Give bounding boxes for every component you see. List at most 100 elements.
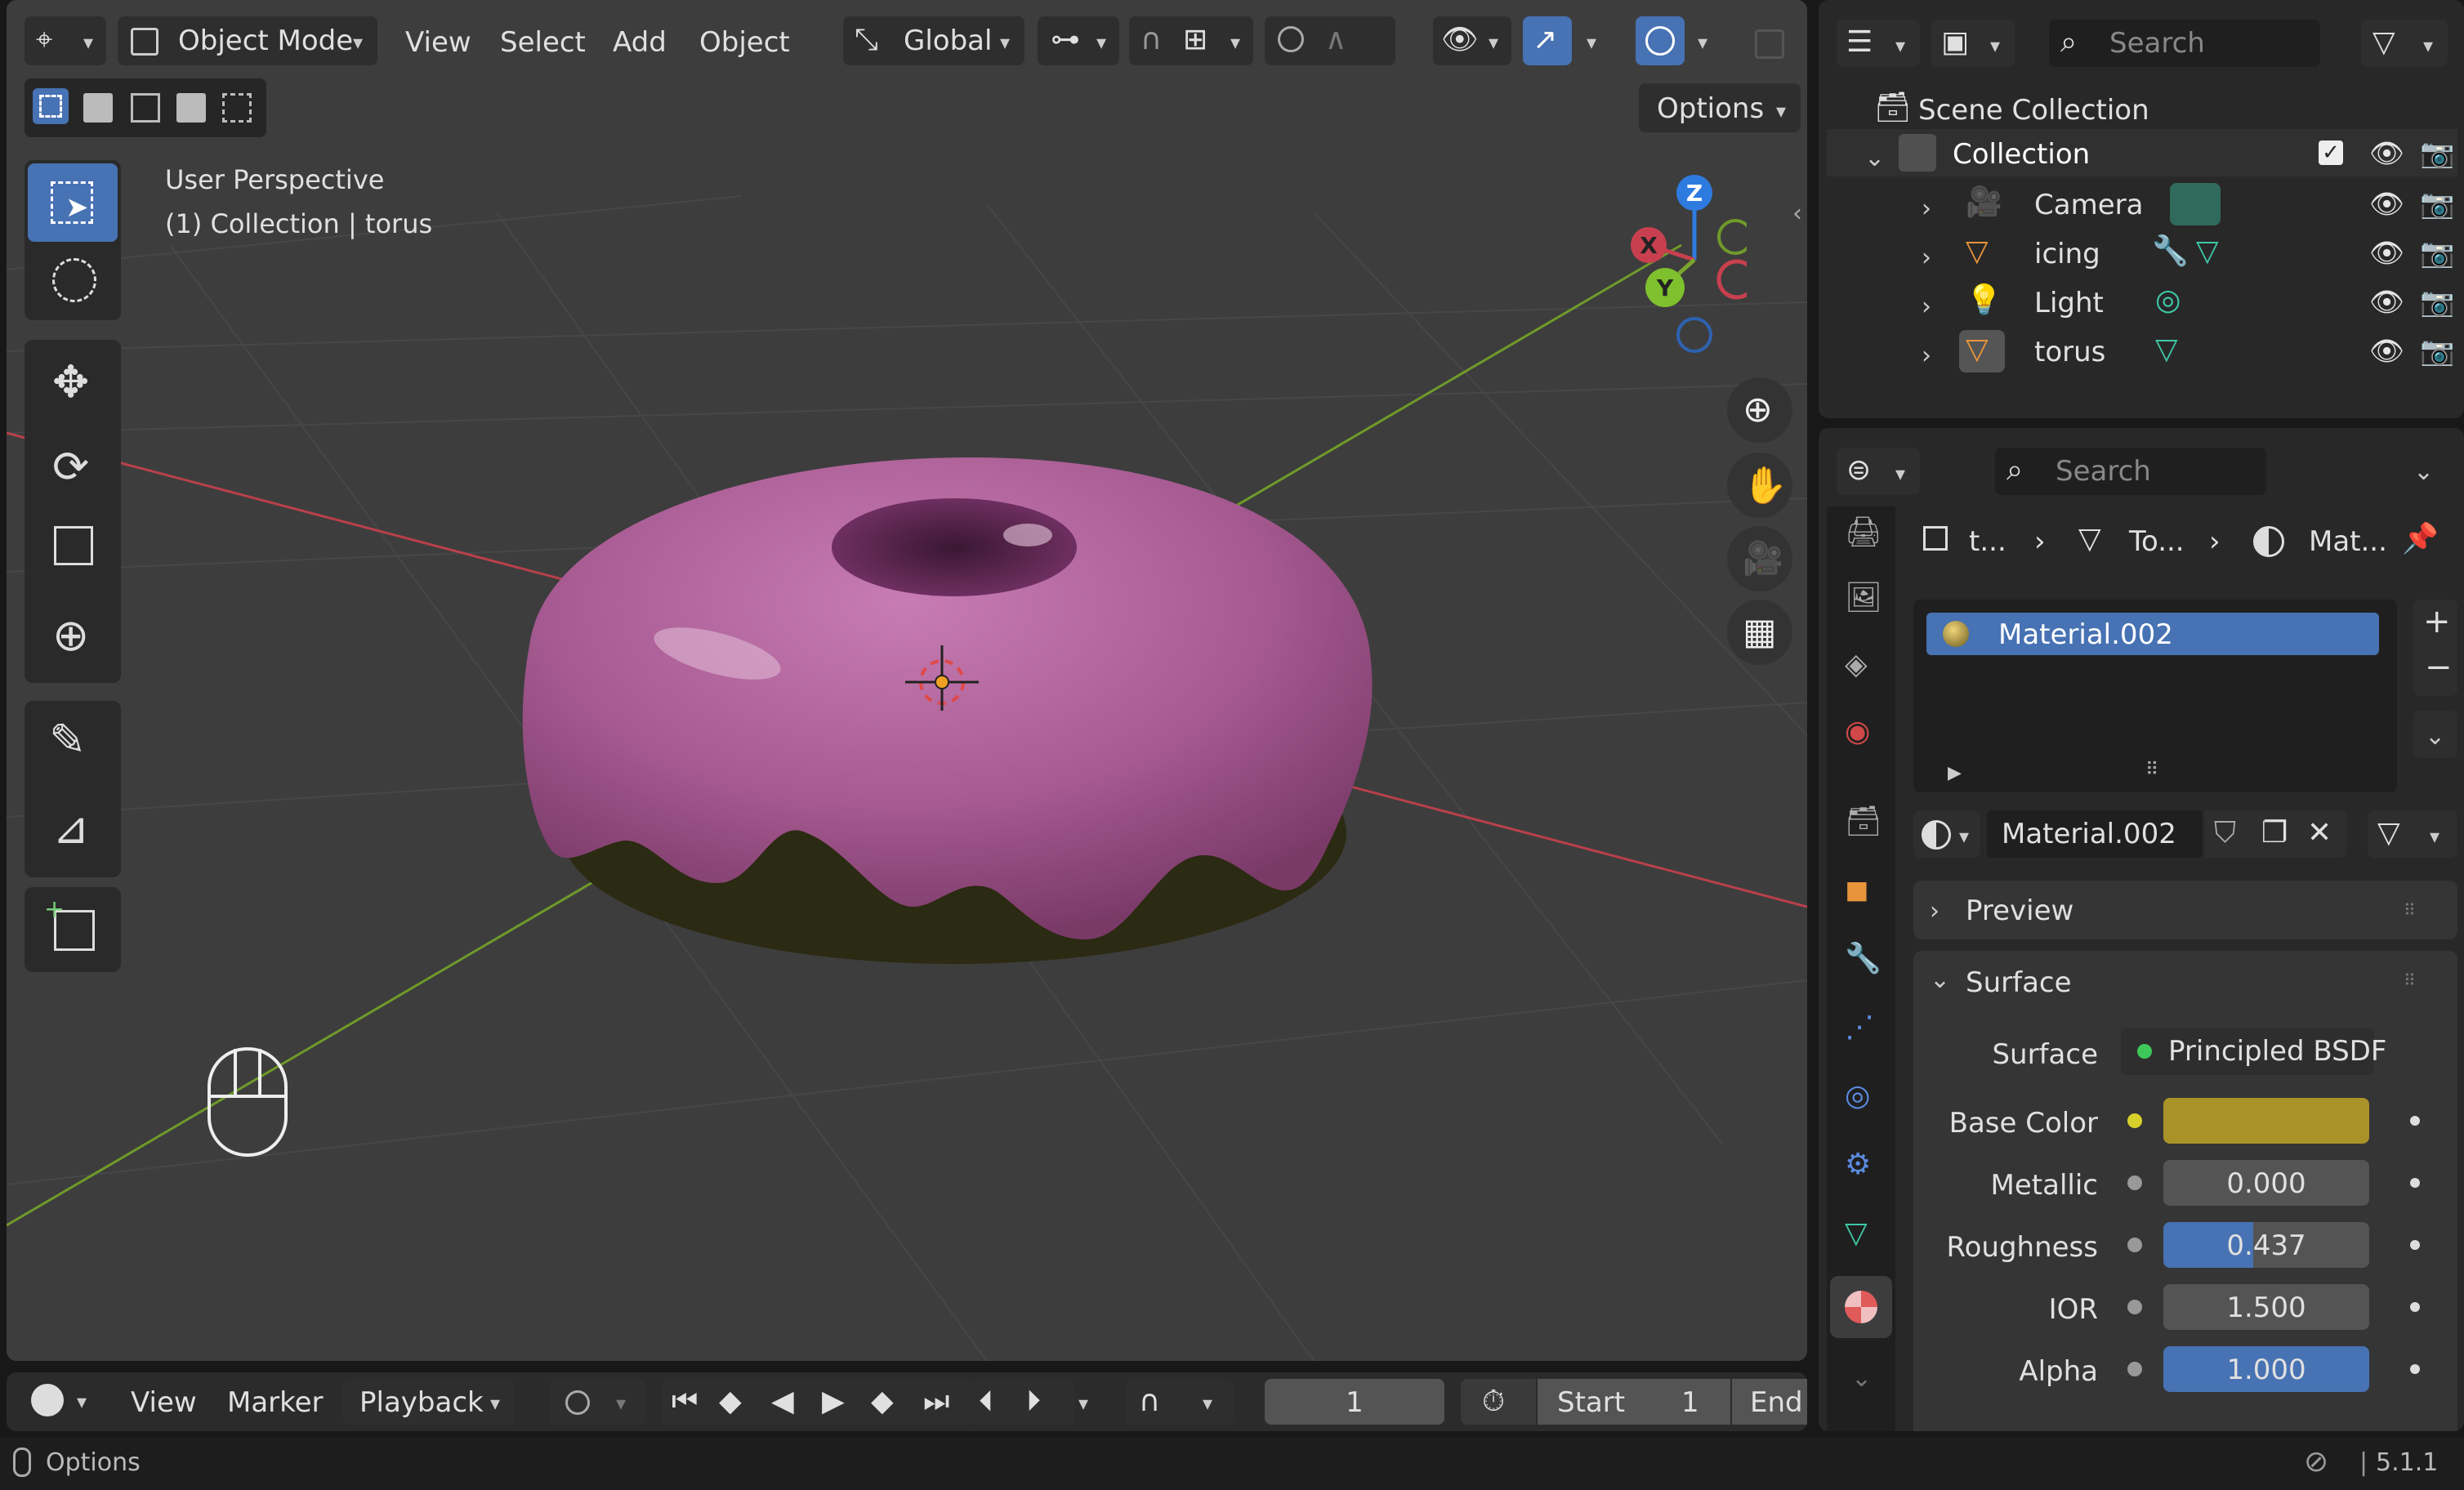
- light-data-icon[interactable]: ◎: [2155, 286, 2181, 315]
- browse-material-button[interactable]: ▾: [1913, 810, 1980, 858]
- play-icon[interactable]: ▶: [822, 1387, 845, 1416]
- scene-tab-icon[interactable]: ◉: [1845, 717, 1870, 747]
- material-slot-item[interactable]: Material.002: [1926, 613, 2379, 655]
- chevron-right-icon[interactable]: ›: [1922, 243, 1931, 272]
- auto-keying-snap[interactable]: ∩ ▾: [1126, 1379, 1234, 1425]
- prev-keyframe-icon[interactable]: ◆: [719, 1387, 742, 1416]
- rotate-tool-icon[interactable]: ⟳: [52, 441, 89, 493]
- keyframe-dot-icon[interactable]: [2410, 1240, 2420, 1250]
- menu-view[interactable]: View: [405, 29, 471, 56]
- move-tool-icon[interactable]: ✥: [52, 356, 89, 408]
- property-field[interactable]: 1.500: [2163, 1284, 2369, 1330]
- preview-panel-header[interactable]: › Preview ⠿: [1913, 881, 2457, 939]
- input-socket-icon[interactable]: [2127, 1300, 2142, 1314]
- fake-user-shield-icon[interactable]: ⛉: [2214, 819, 2236, 848]
- tool-tab-icon[interactable]: 🖨: [1845, 518, 1882, 547]
- input-socket-icon[interactable]: [2127, 1238, 2142, 1252]
- visibility-dropdown[interactable]: 👁 ▾: [1433, 16, 1511, 65]
- constraints-tab-icon[interactable]: ⚙: [1845, 1150, 1871, 1180]
- outliner-search-input[interactable]: ⌕ Search: [2049, 20, 2320, 67]
- data-tab-icon[interactable]: ▽: [1845, 1219, 1868, 1248]
- eye-icon[interactable]: 👁: [2369, 237, 2404, 270]
- timeline-menu-view[interactable]: View: [131, 1389, 197, 1416]
- property-field[interactable]: 0.000: [2163, 1160, 2369, 1206]
- navigation-gizmo[interactable]: Z X Y: [1583, 163, 1747, 359]
- remove-slot-icon[interactable]: −: [2425, 649, 2453, 686]
- cursor-tool-icon[interactable]: [52, 258, 96, 302]
- timeline-editor-type[interactable]: ▾: [31, 1382, 109, 1421]
- eye-icon[interactable]: 👁: [2369, 335, 2404, 368]
- outliner-collection-row[interactable]: ⌄ Collection ✓ 👁 📷: [1827, 129, 2457, 176]
- add-slot-icon[interactable]: +: [2423, 603, 2451, 640]
- gizmo-toggle[interactable]: ↗: [1523, 16, 1572, 65]
- camera-render-icon[interactable]: 📷: [2420, 237, 2454, 270]
- start-frame-field[interactable]: Start 1: [1538, 1379, 1730, 1425]
- zoom-button[interactable]: ⊕: [1727, 377, 1792, 443]
- eye-icon[interactable]: 👁: [2369, 286, 2404, 319]
- 3d-viewport[interactable]: ⌖ ▾ Object Mode ▾ View Select Add Object…: [7, 0, 1807, 1361]
- menu-add[interactable]: Add: [613, 29, 667, 56]
- jump-end-icon[interactable]: ⏭: [923, 1387, 949, 1416]
- jump-start-icon[interactable]: ⏮: [672, 1387, 698, 1416]
- torus-object[interactable]: [513, 449, 1387, 988]
- view-layer-tab-icon[interactable]: ◈: [1845, 650, 1868, 680]
- menu-select[interactable]: Select: [500, 29, 586, 56]
- modifier-tab-icon[interactable]: 🔧: [1845, 944, 1881, 974]
- end-frame-field[interactable]: End: [1732, 1379, 1807, 1425]
- link-dropdown[interactable]: ▽ ▾: [2368, 810, 2457, 858]
- property-field[interactable]: 1.000: [2163, 1346, 2369, 1392]
- annotate-tool-icon[interactable]: ✎: [49, 714, 86, 765]
- chevron-down-icon[interactable]: ⌄: [1864, 144, 1885, 172]
- close-icon[interactable]: ✕: [2307, 819, 2332, 848]
- outliner-item-icing[interactable]: › ▽ icing 🔧 ▽ 👁 📷: [1827, 229, 2457, 278]
- mesh-data-icon[interactable]: ▽: [2155, 335, 2178, 364]
- keyframe-dot-icon[interactable]: [2410, 1116, 2420, 1126]
- select-intersect-icon[interactable]: [222, 93, 252, 123]
- outliner-item-camera[interactable]: › 🎥 Camera 👁 📷: [1827, 180, 2457, 229]
- step-back-icon[interactable]: ⏴: [979, 1387, 993, 1416]
- chevron-right-icon[interactable]: ›: [1922, 292, 1931, 321]
- next-keyframe-icon[interactable]: ◆: [871, 1387, 894, 1416]
- pan-button[interactable]: ✋: [1727, 453, 1792, 518]
- object-tab-icon[interactable]: ◼: [1845, 876, 1869, 905]
- camera-data-icon[interactable]: [2170, 183, 2221, 225]
- select-extend-icon[interactable]: [83, 93, 113, 123]
- mode-dropdown[interactable]: Object Mode ▾: [118, 16, 377, 65]
- outliner-item-light[interactable]: › 💡 Light ◎ 👁 📷: [1827, 278, 2457, 327]
- keyframe-dot-icon[interactable]: [2410, 1178, 2420, 1188]
- duplicate-icon[interactable]: ❐: [2261, 819, 2288, 848]
- playback-dropdown[interactable]: Playback ▾: [343, 1379, 515, 1425]
- xray-toggle-icon[interactable]: [1755, 29, 1784, 59]
- output-tab-icon[interactable]: 🖼: [1845, 583, 1882, 613]
- pivot-point-dropdown[interactable]: ⊶ ▾: [1038, 16, 1119, 65]
- select-subtract-icon[interactable]: [131, 93, 160, 123]
- eye-icon[interactable]: 👁: [2369, 188, 2404, 221]
- chevron-down-icon[interactable]: ⌄: [1851, 1364, 1872, 1393]
- wrench-icon[interactable]: 🔧: [2152, 237, 2189, 266]
- properties-search-input[interactable]: ⌕ Search: [1995, 448, 2266, 495]
- world-tab-icon[interactable]: 🗃: [1845, 807, 1882, 836]
- preview-range-toggle[interactable]: ⏱: [1461, 1379, 1536, 1425]
- timeline-menu-marker[interactable]: Marker: [227, 1389, 324, 1416]
- pin-icon[interactable]: 📌: [2402, 524, 2439, 554]
- camera-render-icon[interactable]: 📷: [2420, 188, 2454, 221]
- chevron-right-icon[interactable]: ›: [1922, 341, 1931, 370]
- play-reverse-icon[interactable]: ◀: [771, 1387, 794, 1416]
- surface-shader-dropdown[interactable]: Principled BSDF: [2121, 1028, 2386, 1075]
- editor-type-button[interactable]: ⌖ ▾: [25, 16, 106, 65]
- camera-view-button[interactable]: 🎥: [1727, 526, 1792, 591]
- expand-triangle-icon[interactable]: ▶: [1948, 763, 1962, 783]
- camera-render-icon[interactable]: 📷: [2420, 286, 2454, 319]
- camera-render-icon[interactable]: 📷: [2420, 335, 2454, 368]
- chevron-right-icon[interactable]: ›: [1922, 194, 1931, 223]
- measure-tool-icon[interactable]: ⊿: [52, 802, 89, 854]
- keyframe-dot-icon[interactable]: [2410, 1302, 2420, 1312]
- mesh-data-icon[interactable]: ▽: [2196, 237, 2219, 266]
- camera-render-icon[interactable]: 📷: [2420, 137, 2454, 170]
- chevron-down-icon[interactable]: ▾: [1078, 1392, 1088, 1415]
- transform-tool-icon[interactable]: ⊕: [52, 609, 89, 661]
- input-socket-icon[interactable]: [2127, 1362, 2142, 1376]
- physics-tab-icon[interactable]: ◎: [1845, 1082, 1870, 1111]
- step-forward-icon[interactable]: ⏵: [1026, 1387, 1041, 1416]
- keyframe-dot-icon[interactable]: [2410, 1364, 2420, 1374]
